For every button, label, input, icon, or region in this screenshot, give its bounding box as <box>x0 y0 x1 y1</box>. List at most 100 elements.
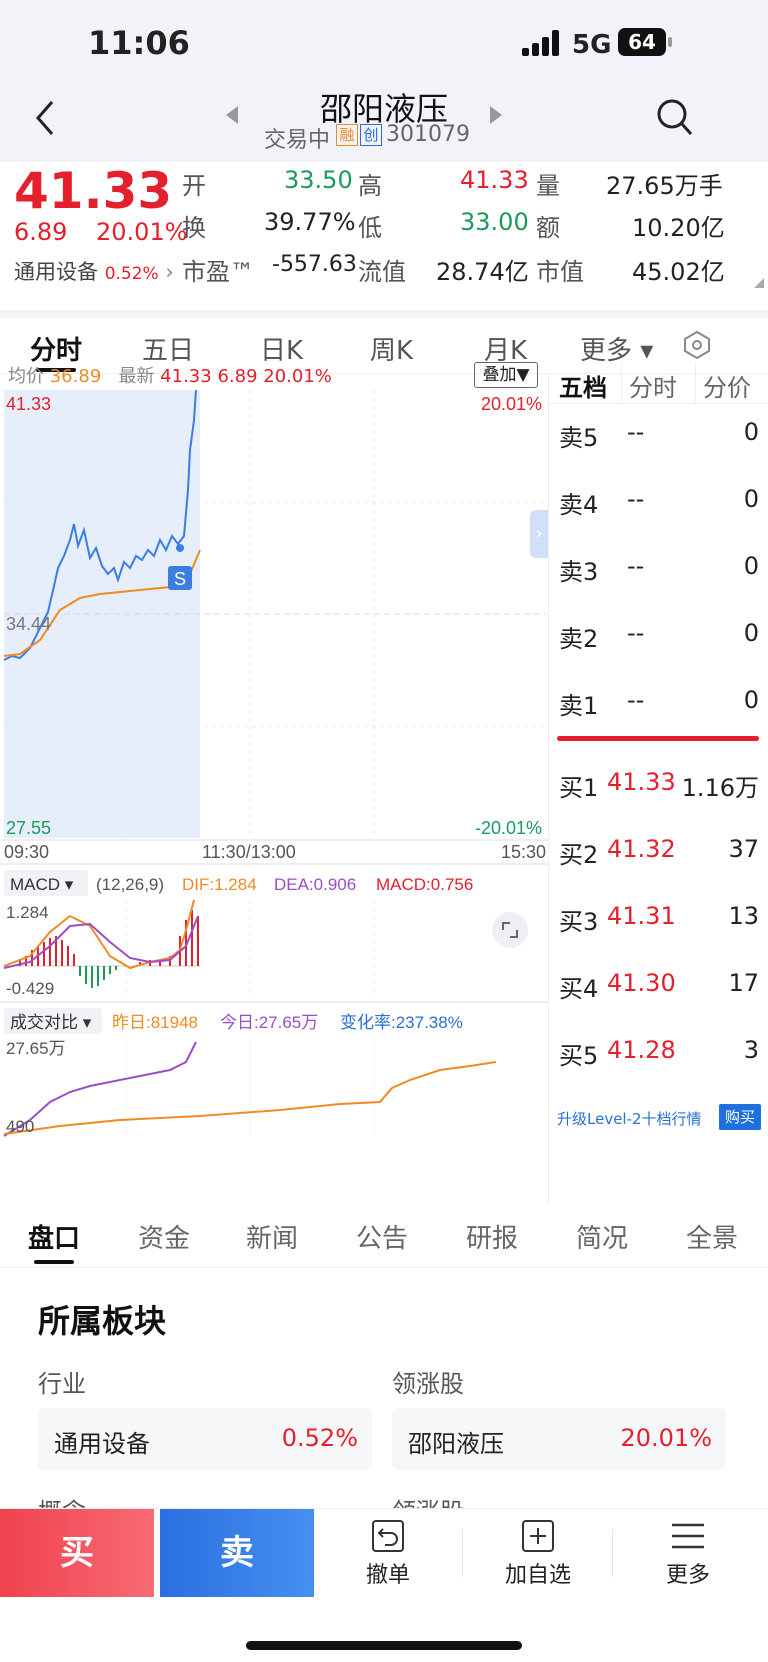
level-qty: 13 <box>728 902 759 930</box>
volume-yesterday: 昨日:81948 <box>112 1013 198 1032</box>
level-qty: 0 <box>743 619 759 647</box>
mv-value: 45.02亿 <box>632 258 725 286</box>
industry-pct: 0.52% <box>281 1424 358 1452</box>
level-price: -- <box>627 485 645 513</box>
amount-value: 10.20亿 <box>632 214 725 242</box>
status-bar: 11:06 5G 64 <box>0 0 768 92</box>
buy-row: 买3 41.31 13 <box>549 898 768 938</box>
tab-ticks[interactable]: 分时 <box>629 368 677 403</box>
buy-row: 买4 41.30 17 <box>549 965 768 1005</box>
x-start-label: 09:30 <box>4 842 49 862</box>
purchase-button[interactable]: 购买 <box>719 1104 761 1130</box>
tab-order-summary[interactable]: 盘口 <box>28 1218 80 1255</box>
expand-button[interactable] <box>492 912 528 948</box>
dea-value: DEA:0.906 <box>274 875 356 894</box>
level-qty: 37 <box>728 835 759 863</box>
level-qty: 3 <box>743 1036 759 1064</box>
industry-card[interactable]: 通用设备 0.52% <box>38 1408 372 1470</box>
volume-label: 量 <box>536 172 560 200</box>
last-label: 最新 <box>118 366 155 387</box>
sell-row: 卖4 -- 0 <box>549 481 768 521</box>
bottom-action-bar: 买 卖 撤单 加自选 更多 <box>0 1508 768 1662</box>
level-price: -- <box>627 418 645 446</box>
network-label: 5G <box>572 30 612 60</box>
level-qty: 0 <box>743 485 759 513</box>
level-label: 卖3 <box>559 558 599 586</box>
chevron-right-icon: › <box>165 260 174 284</box>
tab-price-dist[interactable]: 分价 <box>703 368 751 403</box>
open-value: 33.50 <box>284 166 353 194</box>
margin-tag: 融 <box>336 124 358 146</box>
industry-name: 通用设备 <box>54 1430 150 1458</box>
leader-card[interactable]: 邵阳液压 20.01% <box>392 1408 726 1470</box>
x-end-label: 15:30 <box>501 842 546 862</box>
chevron-right-icon: › <box>535 523 543 544</box>
side-drawer-handle[interactable]: › <box>530 510 548 558</box>
tab-divider <box>695 362 696 404</box>
chart-legend: 均价 36.89 最新 41.33 6.89 20.01% <box>8 362 332 387</box>
turnover-value: 39.77% <box>264 208 356 236</box>
chart-svg: S 41.33 34.44 27.55 20.01% -20.01% 09:30… <box>0 390 548 1137</box>
add-watchlist-button[interactable]: 加自选 <box>488 1509 588 1597</box>
leader-label: 领涨股 <box>392 1370 464 1398</box>
tab-announcements[interactable]: 公告 <box>356 1218 408 1255</box>
last-price: 41.33 <box>14 162 173 220</box>
x-mid-label: 11:30/13:00 <box>202 842 296 862</box>
macd-bottom-label: -0.429 <box>6 979 54 998</box>
stock-code: 301079 <box>386 122 470 147</box>
sell-row: 卖1 -- 0 <box>549 682 768 722</box>
overlay-button[interactable]: 叠加▼ <box>474 362 538 388</box>
concept-leader-label: 领涨股 <box>392 1492 464 1508</box>
pct-top-label: 20.01% <box>481 394 542 414</box>
macd-top-label: 1.284 <box>6 903 49 922</box>
more-button[interactable]: 更多 <box>638 1509 738 1597</box>
leader-name: 邵阳液压 <box>408 1430 504 1458</box>
tab-weekly-k[interactable]: 周K <box>370 330 413 367</box>
tab-news[interactable]: 新闻 <box>246 1218 298 1255</box>
volume-value: 27.65万手 <box>606 172 723 200</box>
sell-button[interactable]: 卖 <box>160 1509 314 1597</box>
nav-bar: 邵阳液压 交易中 融 创 301079 <box>0 90 768 162</box>
orderbook-tabs: 五档 分时 分价 <box>549 362 768 404</box>
tab-five-levels[interactable]: 五档 <box>559 368 607 403</box>
volume-bottom-label: 490 <box>6 1117 34 1136</box>
pe-value: -557.63 <box>272 252 357 277</box>
level-qty: 1.16万 <box>681 774 759 802</box>
cancel-order-label: 撤单 <box>365 1563 410 1588</box>
level-price: 41.28 <box>607 1036 676 1064</box>
tab-overview[interactable]: 全景 <box>686 1218 738 1255</box>
level-label: 买5 <box>559 1042 599 1070</box>
macd-value: MACD:0.756 <box>376 875 473 894</box>
amount-label: 额 <box>536 214 560 242</box>
next-stock-icon[interactable] <box>488 106 502 124</box>
tab-divider <box>621 362 622 404</box>
level-label: 买2 <box>559 841 599 869</box>
cancel-order-button[interactable]: 撤单 <box>338 1509 438 1597</box>
divider <box>0 310 768 318</box>
price-change: 6.89 <box>14 218 68 246</box>
leader-pct: 20.01% <box>620 1424 712 1452</box>
low-label: 低 <box>358 214 382 242</box>
buy-row: 买1 41.33 1.16万 <box>549 764 768 804</box>
bid-ask-divider <box>557 736 759 741</box>
last-value: 41.33 <box>160 366 212 387</box>
pe-label: 市盈™ <box>182 258 254 286</box>
search-icon[interactable] <box>656 98 694 138</box>
more-label: 更多 <box>665 1563 710 1588</box>
settings-icon[interactable] <box>682 330 712 360</box>
tab-profile[interactable]: 简况 <box>576 1218 628 1255</box>
sell-label: 卖 <box>220 1533 254 1573</box>
tab-capital[interactable]: 资金 <box>138 1218 190 1255</box>
level2-upgrade-link[interactable]: 升级Level-2十档行情 <box>557 1108 702 1129</box>
tab-research[interactable]: 研报 <box>466 1218 518 1255</box>
battery-icon: 64 <box>618 28 666 56</box>
buy-button[interactable]: 买 <box>0 1509 154 1597</box>
high-value: 41.33 <box>460 166 529 194</box>
level-price: -- <box>627 552 645 580</box>
level-label: 卖1 <box>559 692 599 720</box>
last-change: 6.89 <box>217 366 258 387</box>
turnover-label: 换 <box>182 214 206 242</box>
sector-link[interactable]: 通用设备 0.52% › <box>14 256 174 286</box>
avg-label: 均价 <box>8 366 44 387</box>
level-price: -- <box>627 619 645 647</box>
